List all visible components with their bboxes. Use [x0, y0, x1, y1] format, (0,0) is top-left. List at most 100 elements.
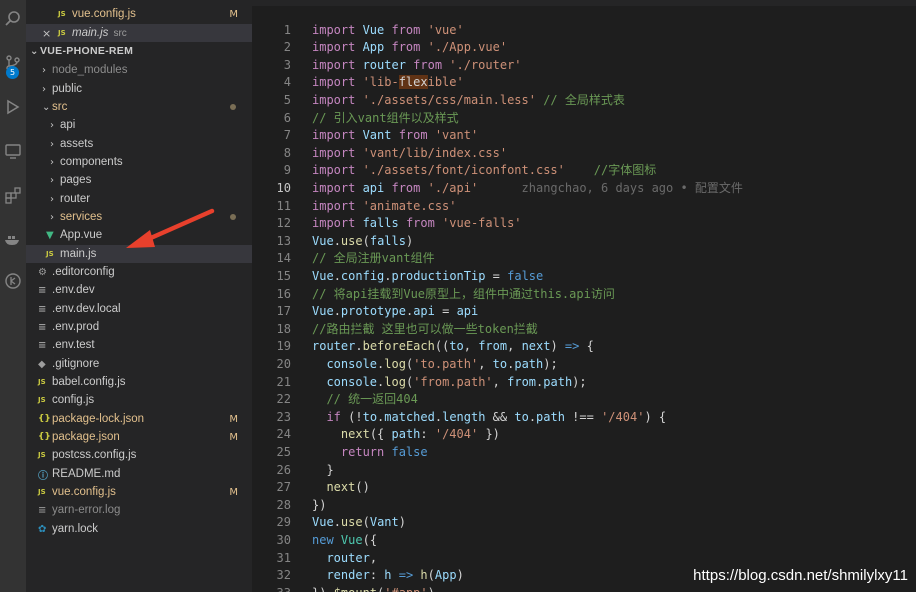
line-number: 28 [276, 497, 291, 512]
chevron-right-icon: › [50, 119, 54, 131]
code-token: Vant [362, 128, 399, 143]
git-file-icon: ◆ [38, 358, 46, 370]
code-token: . [384, 268, 392, 283]
code-line[interactable]: 15 Vue.config.productionTip = false [252, 268, 916, 286]
tree-file-package-lock[interactable]: {} package-lock.json M [26, 410, 252, 428]
tree-folder-pages[interactable]: › pages [26, 171, 252, 189]
modified-badge: M [229, 431, 238, 443]
code-line[interactable]: 14 // 全局注册vant组件 [252, 250, 916, 268]
code-token: Vant [369, 515, 399, 530]
remote-explorer-icon[interactable] [2, 140, 24, 162]
open-editor-vue-config[interactable]: JS vue.config.js M [26, 5, 252, 23]
code-line[interactable]: 5 import './assets/css/main.less' // 全局样式… [252, 92, 916, 110]
code-line[interactable]: 18 //路由拦截 这里也可以做一些token拦截 [252, 321, 916, 339]
code-token: return [340, 444, 392, 459]
open-editor-main-js[interactable]: × JS main.js src [26, 24, 252, 42]
code-token: !== [564, 409, 602, 424]
code-token: false [507, 268, 544, 283]
code-text: import './assets/font/iconfont.css' //字体… [312, 162, 656, 180]
close-icon[interactable]: × [42, 27, 58, 40]
code-line[interactable]: 7 import Vant from 'vant' [252, 127, 916, 145]
code-line[interactable]: 17 Vue.prototype.api = api [252, 303, 916, 321]
code-line[interactable]: 6 // 引入vant组件以及样式 [252, 110, 916, 128]
tree-file-readme[interactable]: ⓘ README.md [26, 465, 252, 483]
source-control-badge: 5 [6, 66, 19, 79]
code-line[interactable]: 20 console.log('to.path', to.path); [252, 356, 916, 374]
code-token: $mount [334, 586, 377, 592]
code-line[interactable]: 26 } [252, 462, 916, 480]
project-title: VUE-PHONE-REM [40, 45, 134, 57]
tree-file-package-json[interactable]: {} package.json M [26, 428, 252, 446]
code-line[interactable]: 4 import 'lib-flexible' [252, 74, 916, 92]
code-line[interactable]: 28}) [252, 497, 916, 515]
code-editor[interactable]: 1 import Vue from 'vue' 2 import App from '… [252, 0, 916, 592]
tree-folder-assets[interactable]: › assets [26, 135, 252, 153]
annotation-arrow [126, 208, 215, 248]
tree-folder-api[interactable]: › api [26, 116, 252, 134]
code-line[interactable]: 24 next({ path: '/404' }) [252, 426, 916, 444]
code-line[interactable]: 9 import './assets/font/iconfont.css' //字… [252, 162, 916, 180]
tree-file-gitignore[interactable]: ◆ .gitignore [26, 355, 252, 373]
code-line[interactable]: 19 router.beforeEach((to, from, next) => … [252, 338, 916, 356]
tree-folder-src[interactable]: ⌄ src [26, 98, 252, 116]
line-number: 19 [276, 339, 291, 354]
code-line[interactable]: 23 if (!to.matched.length && to.path !==… [252, 409, 916, 427]
tree-file-yarn-lock[interactable]: ✿ yarn.lock [26, 520, 252, 538]
code-token: log [384, 374, 406, 389]
code-line[interactable]: 1 import Vue from 'vue' [252, 22, 916, 40]
tree-file-env-dev[interactable]: ≡ .env.dev [26, 281, 252, 299]
tree-folder-components[interactable]: › components [26, 153, 252, 171]
code-text: Vue.use(falls) [312, 233, 413, 251]
code-line[interactable]: 30 new Vue({ [252, 532, 916, 550]
tree-item-label: public [52, 83, 83, 95]
code-token: '/404' [434, 427, 479, 442]
tree-file-env-dev-local[interactable]: ≡ .env.dev.local [26, 300, 252, 318]
code-line[interactable]: 11 import 'animate.css' [252, 198, 916, 216]
tree-folder-public[interactable]: › public [26, 80, 252, 98]
code-line[interactable]: 8 import 'vant/lib/index.css' [252, 145, 916, 163]
project-section-header[interactable]: ⌄ VUE-PHONE-REM [26, 42, 252, 60]
tree-file-env-test[interactable]: ≡ .env.test [26, 336, 252, 354]
tree-file-env-prod[interactable]: ≡ .env.prod [26, 318, 252, 336]
code-line[interactable]: 29 Vue.use(Vant) [252, 514, 916, 532]
line-number: 14 [276, 251, 291, 266]
search-icon[interactable] [2, 8, 24, 30]
tree-file-config-js[interactable]: JS config.js [26, 391, 252, 409]
code-line[interactable]: 33}).$mount('#app') [252, 585, 916, 592]
docker-icon[interactable] [2, 228, 24, 250]
code-token: 'vant' [434, 128, 479, 143]
code-line[interactable]: 31 router, [252, 550, 916, 568]
chevron-down-icon: ⌄ [42, 101, 51, 113]
tree-item-label: App.vue [60, 229, 103, 241]
git-graph-icon[interactable] [2, 270, 24, 292]
tree-file-vue-config[interactable]: JS vue.config.js M [26, 483, 252, 501]
run-debug-icon[interactable] [2, 96, 24, 118]
code-token: path [514, 356, 544, 371]
tree-file-editorconfig[interactable]: ⚙ .editorconfig [26, 263, 252, 281]
code-line[interactable]: 12 import falls from 'vue-falls' [252, 215, 916, 233]
chevron-right-icon: › [50, 174, 54, 186]
code-token: //字体图标 [564, 163, 657, 178]
tree-folder-node-modules[interactable]: › node_modules [26, 61, 252, 79]
code-line[interactable]: 21 console.log('from.path', from.path); [252, 374, 916, 392]
gear-icon: ⚙ [38, 266, 47, 278]
tree-file-yarn-error-log[interactable]: ≡ yarn-error.log [26, 501, 252, 519]
code-line[interactable]: 16 // 将api挂载到Vue原型上，组件中通过this.api访问 [252, 286, 916, 304]
code-token: use [340, 515, 363, 530]
git-blame-annotation: zhangchao, 6 days ago • 配置文件 [478, 180, 743, 195]
code-token: from [478, 339, 508, 354]
code-line[interactable]: 27 next() [252, 479, 916, 497]
code-line[interactable]: 3 import router from './router' [252, 57, 916, 75]
code-line[interactable]: 2 import App from './App.vue' [252, 39, 916, 57]
tree-file-postcss-config[interactable]: JS postcss.config.js [26, 446, 252, 464]
code-line[interactable]: 25 return false [252, 444, 916, 462]
code-line[interactable]: 10 import api from './api' zhangchao, 6 d… [252, 180, 916, 198]
settings-file-icon: ≡ [38, 284, 47, 296]
code-line[interactable]: 13 Vue.use(falls) [252, 233, 916, 251]
extensions-icon[interactable] [2, 184, 24, 206]
code-token: h [420, 568, 428, 583]
code-line[interactable]: 22 // 统一返回404 [252, 391, 916, 409]
code-token: App [434, 568, 457, 583]
tree-file-babel-config[interactable]: JS babel.config.js [26, 373, 252, 391]
